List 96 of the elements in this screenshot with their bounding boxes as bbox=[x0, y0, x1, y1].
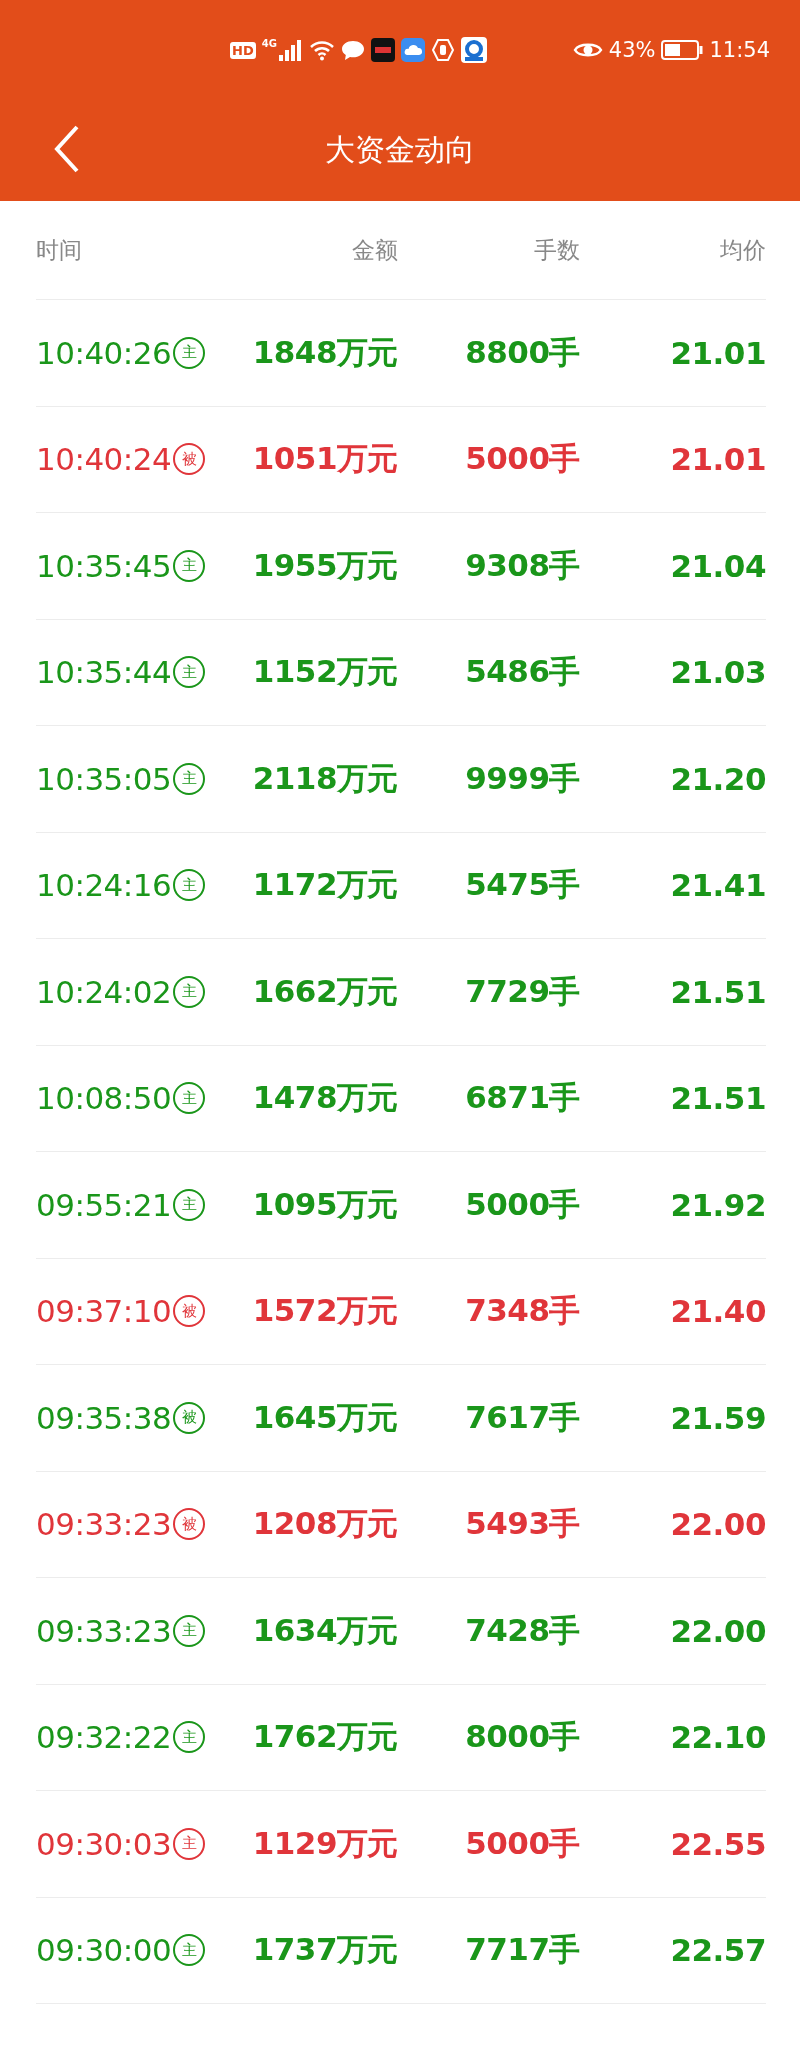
price-cell: 21.01 bbox=[670, 334, 766, 371]
time-cell: 09:55:21 bbox=[36, 1186, 172, 1223]
trade-type-badge: 主 bbox=[173, 1934, 206, 1967]
trade-type-badge: 主 bbox=[173, 762, 206, 795]
time-cell: 09:35:38 bbox=[36, 1399, 172, 1436]
price-cell: 21.04 bbox=[670, 547, 766, 584]
price-cell: 21.51 bbox=[670, 1080, 766, 1117]
time-cell: 10:24:16 bbox=[36, 867, 172, 904]
amount-cell-text: 2118万元 bbox=[252, 758, 398, 798]
time-cell: 09:33:23 bbox=[36, 1612, 172, 1649]
lots-cell-text: 7729手 bbox=[465, 971, 580, 1011]
time-cell: 09:37:10 bbox=[36, 1293, 172, 1330]
trade-type-badge: 主 bbox=[173, 336, 206, 369]
trade-type-badge: 主 bbox=[173, 656, 206, 689]
time-cell: 10:35:05 bbox=[36, 760, 172, 797]
lots-cell-text: 6871手 bbox=[465, 1078, 580, 1118]
time-cell: 09:30:00 bbox=[36, 1932, 172, 1969]
price-cell: 21.20 bbox=[670, 760, 766, 797]
chat-bubble-icon bbox=[340, 39, 365, 61]
time-cell: 09:32:22 bbox=[36, 1719, 172, 1756]
network-type: 4G bbox=[261, 38, 277, 49]
amount-cell-text: 1848万元 bbox=[252, 332, 398, 372]
amount-cell-text: 1129万元 bbox=[252, 1823, 398, 1863]
price-cell: 21.51 bbox=[670, 973, 766, 1010]
price-cell: 22.55 bbox=[670, 1825, 766, 1862]
lots-cell-text: 5486手 bbox=[465, 652, 580, 692]
trade-type-badge: 主 bbox=[173, 869, 206, 902]
battery-percent: 43% bbox=[608, 38, 656, 62]
price-cell: 22.57 bbox=[670, 1932, 766, 1969]
amount-cell-text: 1634万元 bbox=[252, 1610, 398, 1650]
time-cell: 09:33:23 bbox=[36, 1506, 172, 1543]
hd-indicator: HD bbox=[230, 41, 256, 59]
lots-cell-text: 5000手 bbox=[465, 1184, 580, 1224]
trade-type-badge: 被 bbox=[173, 1401, 206, 1434]
trade-type-badge: 主 bbox=[173, 1614, 206, 1647]
price-cell: 22.10 bbox=[670, 1719, 766, 1756]
wifi-icon bbox=[308, 39, 335, 61]
lots-cell-text: 5475手 bbox=[465, 865, 580, 905]
amount-cell-text: 1208万元 bbox=[252, 1504, 398, 1544]
price-cell: 21.92 bbox=[670, 1186, 766, 1223]
amount-cell-text: 1095万元 bbox=[252, 1184, 398, 1224]
clock: 11:54 bbox=[709, 38, 770, 62]
time-cell: 10:35:44 bbox=[36, 654, 172, 691]
lots-cell-text: 9999手 bbox=[465, 758, 580, 798]
price-cell: 22.00 bbox=[670, 1506, 766, 1543]
amount-cell-text: 1662万元 bbox=[252, 971, 398, 1011]
trade-type-badge: 主 bbox=[173, 975, 206, 1008]
amount-cell-text: 1152万元 bbox=[252, 652, 398, 692]
lots-cell-text: 7717手 bbox=[465, 1930, 580, 1970]
battery-icon bbox=[661, 39, 704, 61]
time-cell: 09:30:03 bbox=[36, 1825, 172, 1862]
amount-cell-text: 1172万元 bbox=[252, 865, 398, 905]
price-cell: 21.01 bbox=[670, 441, 766, 478]
price-cell: 21.40 bbox=[670, 1293, 766, 1330]
price-cell: 21.03 bbox=[670, 654, 766, 691]
lots-cell-text: 8800手 bbox=[465, 332, 580, 372]
amount-cell-text: 1051万元 bbox=[252, 439, 398, 479]
cloud-icon bbox=[400, 38, 425, 62]
app-icon bbox=[460, 37, 487, 63]
price-cell: 21.59 bbox=[670, 1399, 766, 1436]
lots-cell-text: 7617手 bbox=[465, 1397, 580, 1437]
time-cell: 10:08:50 bbox=[36, 1080, 172, 1117]
lots-cell-text: 7428手 bbox=[465, 1610, 580, 1650]
column-header: 时间 bbox=[36, 235, 82, 265]
trade-type-badge: 被 bbox=[173, 443, 206, 476]
column-header: 金额 bbox=[352, 235, 398, 265]
lots-cell-text: 5000手 bbox=[465, 439, 580, 479]
price-cell: 22.00 bbox=[670, 1612, 766, 1649]
time-cell: 10:40:24 bbox=[36, 441, 172, 478]
column-header: 手数 bbox=[534, 235, 580, 265]
time-cell: 10:35:45 bbox=[36, 547, 172, 584]
trade-type-badge: 被 bbox=[173, 1508, 206, 1541]
amount-cell-text: 1737万元 bbox=[252, 1930, 398, 1970]
lots-cell-text: 5493手 bbox=[465, 1504, 580, 1544]
signal-icon bbox=[278, 39, 303, 61]
amount-cell-text: 1645万元 bbox=[252, 1397, 398, 1437]
trade-type-badge: 主 bbox=[173, 1721, 206, 1754]
trade-type-badge: 主 bbox=[173, 549, 206, 582]
amount-cell-text: 1762万元 bbox=[252, 1717, 398, 1757]
amount-cell-text: 1572万元 bbox=[252, 1291, 398, 1331]
lots-cell-text: 5000手 bbox=[465, 1823, 580, 1863]
trade-type-badge: 被 bbox=[173, 1295, 206, 1328]
amount-cell-text: 1478万元 bbox=[252, 1078, 398, 1118]
trade-type-badge: 主 bbox=[173, 1082, 206, 1115]
app-icon bbox=[370, 38, 395, 62]
page-title: 大资金动向 bbox=[325, 131, 475, 169]
trade-type-badge: 主 bbox=[173, 1827, 206, 1860]
lots-cell-text: 9308手 bbox=[465, 545, 580, 585]
amount-cell-text: 1955万元 bbox=[252, 545, 398, 585]
lots-cell-text: 7348手 bbox=[465, 1291, 580, 1331]
trade-type-badge: 主 bbox=[173, 1188, 206, 1221]
column-header: 均价 bbox=[720, 235, 766, 265]
time-cell: 10:40:26 bbox=[36, 334, 172, 371]
time-cell: 10:24:02 bbox=[36, 973, 172, 1010]
price-cell: 21.41 bbox=[670, 867, 766, 904]
lots-cell-text: 8000手 bbox=[465, 1717, 580, 1757]
